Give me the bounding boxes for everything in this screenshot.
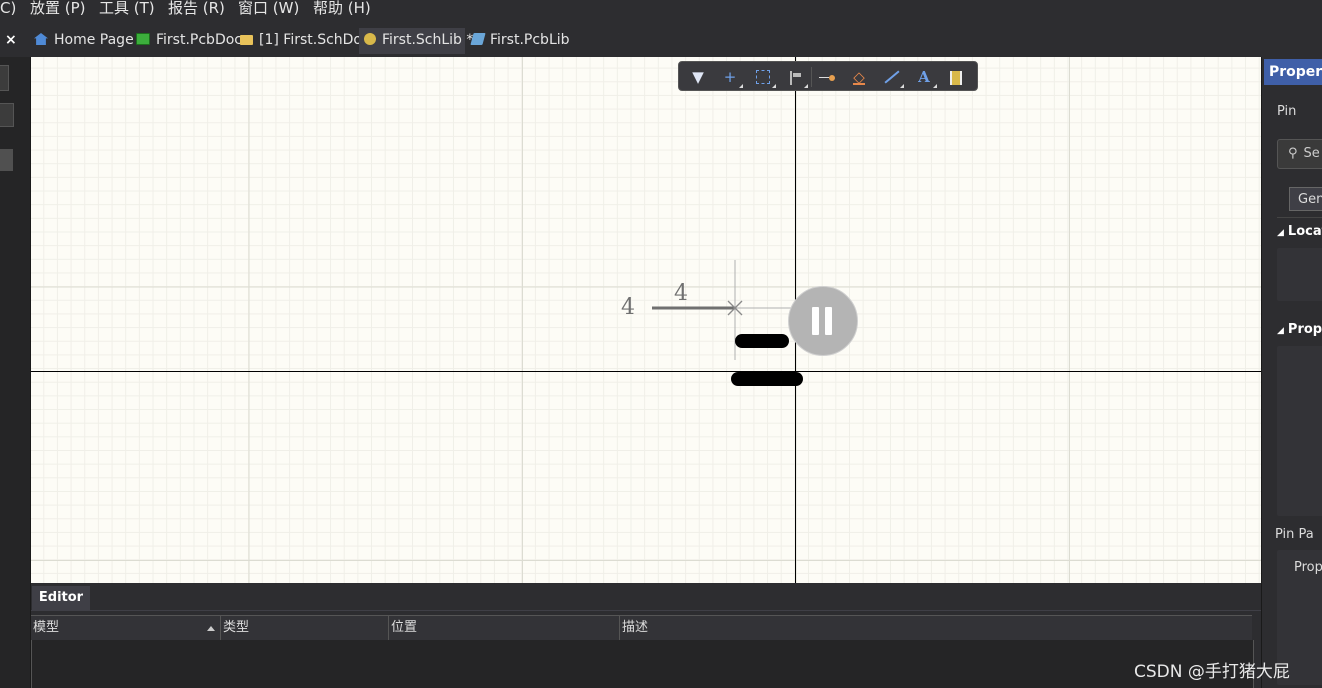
eraser-icon[interactable]: ◇ [848, 66, 870, 88]
editor-tab-underline [31, 610, 1261, 611]
menu-item-help[interactable]: 帮助 (H) [313, 0, 371, 22]
prop-label: Prop [1294, 560, 1322, 575]
plus-icon[interactable]: + [719, 66, 743, 88]
home-icon [34, 33, 48, 45]
properties-fields [1277, 346, 1322, 516]
properties-panel-title[interactable]: Propert [1264, 59, 1322, 85]
properties-panel: Propert Pin ⚲Se Gen ◢Locat ◢Prop Pin Pa … [1261, 57, 1322, 688]
editor-panel: Editor 模型 类型 位置 描述 [31, 583, 1261, 688]
column-header-location[interactable]: 位置 [389, 616, 620, 640]
section-location[interactable]: ◢Locat [1277, 224, 1322, 239]
column-header-description[interactable]: 描述 [620, 616, 1252, 640]
editor-grid-header: 模型 类型 位置 描述 [31, 615, 1252, 641]
section-location-label: Locat [1287, 224, 1322, 239]
select-rect-icon[interactable] [752, 66, 776, 88]
menu-item-c[interactable]: C) [0, 0, 16, 22]
section-properties[interactable]: ◢ Prop [1277, 322, 1322, 337]
document-tab-bar: Home Page First.PcbDoc [1] First.SchDoc … [0, 22, 1322, 57]
watermark-text: CSDN @手打猪大屁 [1134, 662, 1290, 682]
filter-icon[interactable]: ▼ [687, 66, 709, 88]
pin-icon[interactable] [816, 66, 838, 88]
search-icon: ⚲ [1288, 146, 1298, 161]
tab-label: First.SchLib * [382, 32, 474, 48]
align-icon[interactable] [784, 66, 808, 88]
left-panel-strip [0, 57, 31, 688]
tab-home-page[interactable]: Home Page [34, 28, 134, 54]
pin-package-label: Pin Pa [1275, 527, 1314, 542]
redaction-bar-lower [731, 372, 803, 386]
editor-grid-body[interactable] [31, 640, 1254, 688]
left-panel-selected-item[interactable] [0, 149, 13, 171]
section-properties-label: Prop [1287, 322, 1322, 337]
tab-first-pcbdoc[interactable]: First.PcbDoc [136, 28, 242, 54]
line-icon[interactable] [880, 66, 904, 88]
tab-label: [1] First.SchDoc [259, 32, 370, 48]
left-panel-field[interactable] [0, 103, 14, 127]
pcblib-icon [470, 33, 486, 45]
pin-designator[interactable]: 4 [621, 295, 635, 320]
menu-bar: C) 放置 (P) 工具 (T) 报告 (R) 窗口 (W) 帮助 (H) [0, 0, 1322, 22]
menu-item-window[interactable]: 窗口 (W) [238, 0, 299, 22]
pause-bar-left [812, 307, 819, 335]
panel-divider [1277, 217, 1322, 218]
search-text: Se [1303, 146, 1320, 161]
collapse-triangle-icon: ◢ [1277, 326, 1284, 336]
location-fields [1277, 248, 1322, 301]
menu-item-tools[interactable]: 工具 (T) [99, 0, 155, 22]
menu-item-place[interactable]: 放置 (P) [30, 0, 86, 22]
pause-bar-right [825, 307, 832, 335]
part-icon[interactable] [945, 66, 967, 88]
tab-first-schlib[interactable]: First.SchLib * [359, 28, 473, 54]
sch-doc-icon [240, 35, 253, 45]
pin-name[interactable]: 4 [674, 281, 688, 306]
column-header-type[interactable]: 类型 [221, 616, 389, 640]
pin-graphic[interactable] [631, 252, 791, 372]
selection-kind: Pin [1277, 104, 1297, 119]
redaction-bar-upper [735, 334, 789, 348]
editor-tab[interactable]: Editor [32, 586, 90, 610]
pause-button[interactable] [788, 286, 858, 356]
pcb-doc-icon [136, 33, 150, 45]
column-header-model[interactable]: 模型 [31, 616, 221, 640]
schlib-icon [364, 33, 376, 45]
toolbar-separator [811, 67, 812, 87]
sort-asc-icon [207, 626, 215, 631]
menu-item-reports[interactable]: 报告 (R) [168, 0, 225, 22]
tab-label: First.PcbDoc [156, 32, 242, 48]
tab-label: Home Page [54, 32, 134, 48]
schematic-canvas[interactable]: 4 4 ▼ + ◇ A [31, 57, 1261, 583]
left-panel-handle[interactable] [0, 65, 9, 91]
tab-first-pcblib[interactable]: First.PcbLib [470, 28, 570, 54]
properties-search-input[interactable]: ⚲ Se [1277, 139, 1322, 169]
text-icon[interactable]: A [913, 66, 937, 88]
tab-first-schdoc[interactable]: [1] First.SchDoc [240, 28, 370, 54]
column-label: 模型 [33, 620, 60, 635]
active-bar-toolbar: ▼ + ◇ A [678, 61, 978, 91]
close-icon[interactable]: × [5, 32, 17, 48]
collapse-triangle-icon: ◢ [1277, 228, 1284, 238]
tab-label: First.PcbLib [490, 32, 570, 48]
tab-general[interactable]: Gen [1289, 187, 1322, 211]
